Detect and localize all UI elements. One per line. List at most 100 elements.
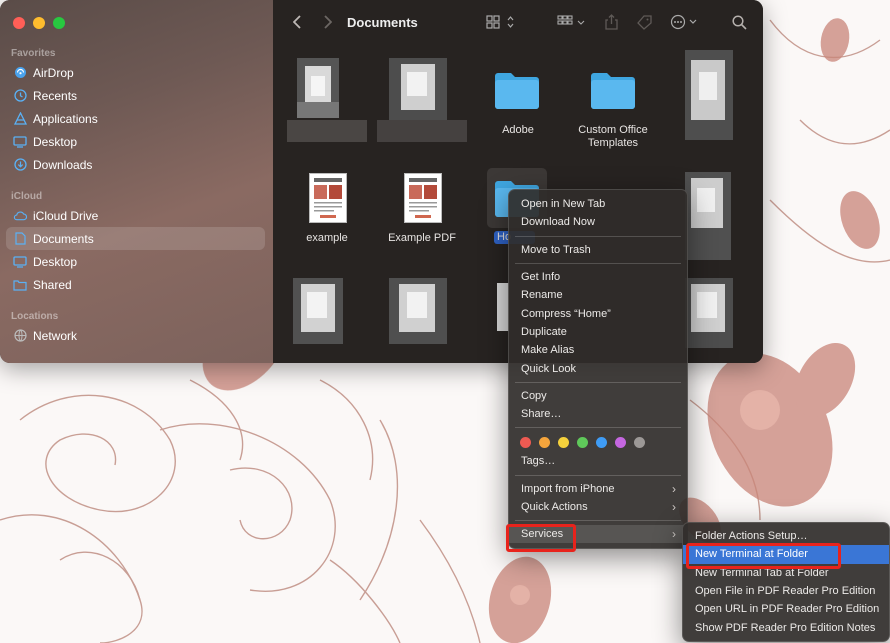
close-window-button[interactable]	[13, 17, 25, 29]
menu-item-tags[interactable]: Tags…	[509, 452, 687, 470]
pdf-thumbnail[interactable]	[309, 173, 347, 223]
file-thumbnail-blurred[interactable]	[297, 58, 339, 118]
sidebar-item-documents[interactable]: Documents	[6, 227, 265, 250]
zoom-window-button[interactable]	[53, 17, 65, 29]
file-thumbnail-blurred[interactable]	[685, 172, 731, 260]
back-button[interactable]	[287, 11, 307, 33]
sidebar-item-icloud-drive[interactable]: iCloud Drive	[6, 204, 265, 227]
sidebar-item-applications[interactable]: Applications	[6, 107, 265, 130]
menu-item-label: Quick Actions	[521, 501, 588, 513]
shared-folder-icon	[13, 278, 27, 292]
services-item-open-url-in-pdf-reader[interactable]: Open URL in PDF Reader Pro Edition	[683, 600, 889, 618]
services-submenu: Folder Actions Setup… New Terminal at Fo…	[682, 522, 890, 642]
menu-item-quick-actions[interactable]: Quick Actions ›	[509, 498, 687, 516]
sidebar-item-downloads[interactable]: Downloads	[6, 153, 265, 176]
search-icon	[731, 14, 747, 30]
sidebar-item-airdrop[interactable]: AirDrop	[6, 61, 265, 84]
chevron-right-icon	[323, 15, 332, 29]
menu-separator	[515, 474, 681, 476]
sidebar-item-label: Documents	[33, 231, 94, 246]
services-item-open-file-in-pdf-reader[interactable]: Open File in PDF Reader Pro Edition	[683, 582, 889, 600]
action-menu-button[interactable]	[669, 11, 701, 33]
view-mode-button[interactable]	[485, 11, 517, 33]
file-label-example: example	[306, 232, 348, 244]
menu-item-label: Import from iPhone	[521, 482, 615, 495]
search-button[interactable]	[729, 11, 749, 33]
group-by-button[interactable]	[556, 11, 588, 33]
tag-button[interactable]	[635, 11, 653, 33]
menu-separator	[515, 427, 681, 429]
network-icon	[13, 329, 27, 343]
chevron-right-icon: ›	[672, 527, 676, 542]
ellipsis-circle-icon	[670, 14, 697, 30]
applications-icon	[13, 112, 27, 126]
menu-item-make-alias[interactable]: Make Alias	[509, 341, 687, 359]
minimize-window-button[interactable]	[33, 17, 45, 29]
file-label-example-pdf: Example PDF	[388, 232, 456, 244]
tag-icon	[636, 14, 652, 30]
tag-color-orange[interactable]	[539, 436, 550, 448]
folder-label-custom-office-templates: Custom Office Templates	[578, 124, 648, 149]
file-label-blurred	[377, 120, 467, 142]
tag-color-red[interactable]	[520, 436, 531, 448]
pdf-thumbnail[interactable]	[404, 173, 442, 223]
sidebar-header-locations: Locations	[11, 311, 59, 322]
sidebar-item-label: iCloud Drive	[33, 208, 99, 223]
tag-color-green[interactable]	[577, 436, 588, 448]
sidebar-header-icloud: iCloud	[11, 191, 43, 202]
sidebar-item-label: Desktop	[33, 254, 78, 269]
folder-icon[interactable]	[493, 70, 541, 110]
sidebar-item-label: Applications	[33, 111, 98, 126]
menu-item-copy[interactable]: Copy	[509, 387, 687, 405]
window-title: Documents	[347, 15, 418, 30]
sidebar-header-favorites: Favorites	[11, 48, 56, 59]
sidebar-item-network[interactable]: Network	[6, 324, 265, 347]
file-thumbnail-blurred[interactable]	[389, 278, 447, 344]
services-item-show-pdf-reader-notes[interactable]: Show PDF Reader Pro Edition Notes	[683, 618, 889, 636]
download-icon	[13, 158, 27, 172]
chevron-right-icon: ›	[672, 499, 676, 514]
menu-item-download-now[interactable]: Download Now	[509, 213, 687, 231]
file-thumbnail-blurred[interactable]	[293, 278, 343, 344]
tag-color-picker	[509, 432, 687, 452]
sidebar-item-recents[interactable]: Recents	[6, 84, 265, 107]
desktop-icon	[13, 135, 27, 149]
menu-item-quick-look[interactable]: Quick Look	[509, 359, 687, 377]
menu-item-duplicate[interactable]: Duplicate	[509, 323, 687, 341]
menu-item-open-in-new-tab[interactable]: Open in New Tab	[509, 195, 687, 213]
menu-item-move-to-trash[interactable]: Move to Trash	[509, 241, 687, 259]
chevron-left-icon	[292, 15, 301, 29]
menu-item-share[interactable]: Share…	[509, 405, 687, 423]
tag-color-yellow[interactable]	[558, 436, 569, 448]
file-thumbnail-blurred[interactable]	[685, 278, 733, 348]
sidebar-item-icloud-desktop[interactable]: Desktop	[6, 250, 265, 273]
annotation-highlight-services	[506, 524, 576, 552]
folder-icon[interactable]	[589, 70, 637, 110]
share-button[interactable]	[602, 11, 620, 33]
menu-separator	[515, 381, 681, 383]
menu-separator	[515, 235, 681, 237]
tag-color-gray[interactable]	[634, 436, 645, 448]
menu-item-import-from-iphone[interactable]: Import from iPhone ›	[509, 480, 687, 498]
sidebar-item-shared[interactable]: Shared	[6, 273, 265, 296]
file-thumbnail-blurred[interactable]	[685, 50, 733, 140]
tag-color-purple[interactable]	[615, 436, 626, 448]
sidebar-item-desktop[interactable]: Desktop	[6, 130, 265, 153]
airdrop-icon	[13, 66, 27, 80]
sidebar-item-label: Desktop	[33, 134, 78, 149]
menu-separator	[515, 262, 681, 264]
forward-button[interactable]	[317, 11, 337, 33]
sidebar-item-label: Shared	[33, 277, 72, 292]
menu-item-get-info[interactable]: Get Info	[509, 268, 687, 286]
menu-item-compress[interactable]: Compress “Home”	[509, 304, 687, 322]
cloud-icon	[13, 209, 27, 223]
menu-item-rename[interactable]: Rename	[509, 286, 687, 304]
file-thumbnail-blurred[interactable]	[389, 58, 447, 120]
chevron-right-icon: ›	[672, 481, 676, 496]
tag-color-blue[interactable]	[596, 436, 607, 448]
share-icon	[604, 14, 618, 30]
annotation-highlight-new-terminal	[686, 543, 841, 569]
desktop-icon	[13, 255, 27, 269]
sidebar-item-label: Recents	[33, 88, 78, 103]
sidebar-item-label: Downloads	[33, 157, 93, 172]
